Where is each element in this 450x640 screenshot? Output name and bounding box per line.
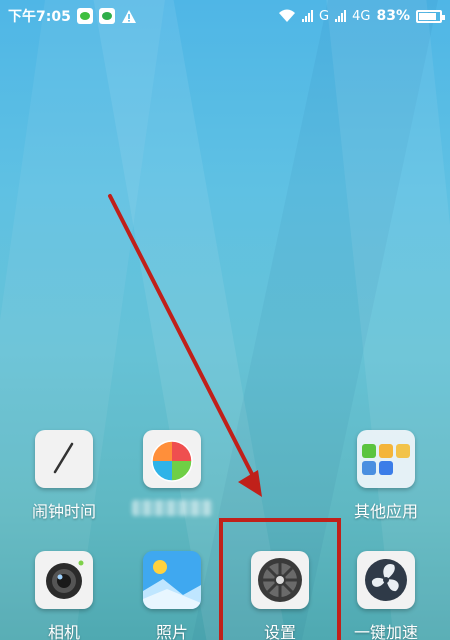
annotation-highlight-box: [219, 518, 341, 640]
